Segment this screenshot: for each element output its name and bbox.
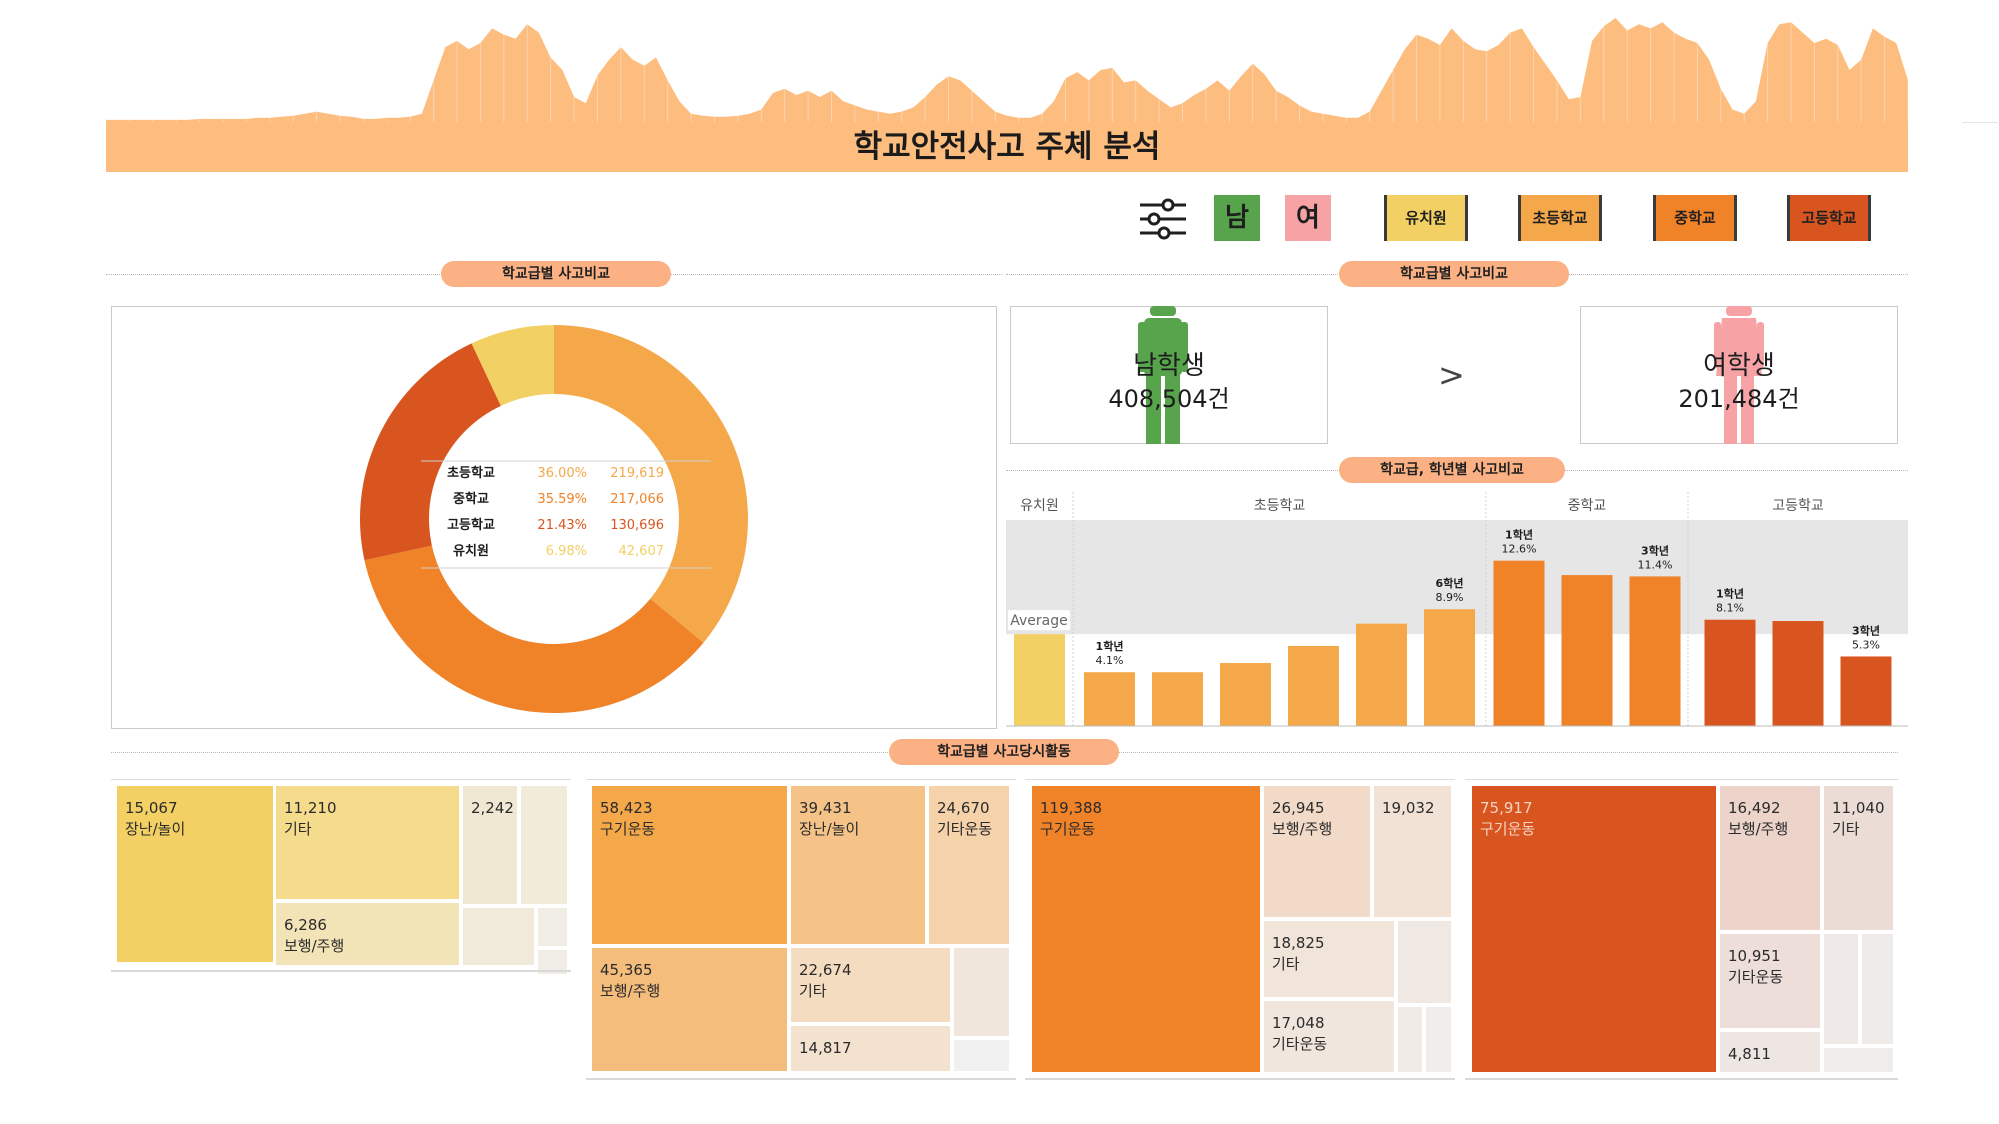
treemap-value: 18,825	[1272, 934, 1325, 952]
treemap-value: 10,951	[1728, 947, 1781, 965]
treemap-cell[interactable]	[538, 908, 567, 946]
treemap-label: 기타	[1832, 820, 1860, 838]
treemap-value: 14,817	[799, 1039, 852, 1057]
treemap-cell[interactable]: 17,048 기타운동	[1264, 1001, 1394, 1072]
treemap-value: 17,048	[1272, 1014, 1325, 1032]
treemap-label: 기타	[284, 820, 312, 838]
treemap-cell[interactable]: 10,951 기타운동	[1720, 934, 1820, 1028]
treemap-cell[interactable]: 19,032	[1374, 786, 1451, 917]
treemap-cell[interactable]: 26,945 보행/주행	[1264, 786, 1370, 917]
treemap-label: 기타운동	[1728, 968, 1784, 986]
treemap-label: 기타운동	[1272, 1035, 1328, 1053]
treemap-label: 구기운동	[600, 820, 656, 838]
treemap-cell[interactable]: 15,067 장난/놀이	[117, 786, 273, 962]
treemap-cell[interactable]: 6,286 보행/주행	[276, 903, 459, 965]
treemap-value: 4,811	[1728, 1045, 1771, 1063]
treemap-label: 보행/주행	[1272, 820, 1333, 838]
treemap-value: 26,945	[1272, 799, 1325, 817]
treemap-cell[interactable]: 24,670 기타운동	[929, 786, 1009, 944]
treemap-label: 구기운동	[1480, 820, 1536, 838]
treemap-cell[interactable]: 16,492 보행/주행	[1720, 786, 1820, 930]
treemap-value: 119,388	[1040, 799, 1103, 817]
treemap-cell[interactable]: 45,365 보행/주행	[592, 948, 787, 1071]
treemap-cell[interactable]	[1398, 1007, 1422, 1072]
treemap-value: 39,431	[799, 799, 852, 817]
treemap-cell[interactable]	[954, 1040, 1009, 1071]
treemap-label: 보행/주행	[284, 937, 345, 955]
treemap-cell[interactable]	[1824, 934, 1858, 1044]
treemap-label: 장난/놀이	[799, 820, 860, 838]
treemap-cell[interactable]: 14,817	[791, 1026, 950, 1071]
treemap-value: 75,917	[1480, 799, 1533, 817]
activity-treemaps: 15,067 장난/놀이 11,210 기타 6,286 보행/주행 2,242 58,423…	[0, 0, 1999, 1124]
treemap-value: 11,040	[1832, 799, 1885, 817]
treemap-label: 기타운동	[937, 820, 993, 838]
treemap-value: 6,286	[284, 916, 327, 934]
treemap-cell[interactable]	[1426, 1007, 1451, 1072]
treemap-top-rule	[111, 779, 571, 780]
treemap-value: 2,242	[471, 799, 514, 817]
treemap-label: 보행/주행	[600, 982, 661, 1000]
treemap-base-rule	[111, 970, 571, 972]
treemap-cell[interactable]: 58,423 구기운동	[592, 786, 787, 944]
treemap-cell[interactable]	[954, 948, 1009, 1036]
treemap-cell[interactable]: 22,674 기타	[791, 948, 950, 1022]
treemap-cell[interactable]	[463, 908, 534, 965]
treemap-cell[interactable]: 4,811	[1720, 1032, 1820, 1072]
treemap-cell[interactable]: 2,242	[463, 786, 517, 904]
treemap-cell[interactable]: 11,210 기타	[276, 786, 459, 899]
treemap-label: 기타	[799, 982, 827, 1000]
treemap-cell[interactable]	[521, 786, 567, 904]
treemap-cell[interactable]	[1398, 921, 1451, 1003]
treemap-base-rule	[1465, 1078, 1898, 1080]
treemap-value: 45,365	[600, 961, 653, 979]
treemap-value: 24,670	[937, 799, 990, 817]
treemap-top-rule	[1465, 779, 1898, 780]
treemap-cell[interactable]	[1862, 934, 1893, 1044]
treemap-cell[interactable]: 75,917 구기운동	[1472, 786, 1716, 1072]
treemap-cell[interactable]: 39,431 장난/놀이	[791, 786, 925, 944]
treemap-base-rule	[586, 1078, 1016, 1080]
treemap-label: 구기운동	[1040, 820, 1096, 838]
treemap-value: 15,067	[125, 799, 178, 817]
treemap-top-rule	[1025, 779, 1455, 780]
treemap-top-rule	[586, 779, 1016, 780]
treemap-value: 19,032	[1382, 799, 1435, 817]
treemap-value: 22,674	[799, 961, 852, 979]
treemap-value: 16,492	[1728, 799, 1781, 817]
treemap-label: 보행/주행	[1728, 820, 1789, 838]
treemap-label: 기타	[1272, 955, 1300, 973]
treemap-cell[interactable]: 119,388 구기운동	[1032, 786, 1260, 1072]
treemap-base-rule	[1025, 1078, 1455, 1080]
treemap-cell[interactable]: 18,825 기타	[1264, 921, 1394, 997]
treemap-cell[interactable]	[1824, 1048, 1893, 1072]
treemap-label: 장난/놀이	[125, 820, 186, 838]
treemap-value: 11,210	[284, 799, 337, 817]
treemap-value: 58,423	[600, 799, 653, 817]
treemap-cell[interactable]: 11,040 기타	[1824, 786, 1893, 930]
